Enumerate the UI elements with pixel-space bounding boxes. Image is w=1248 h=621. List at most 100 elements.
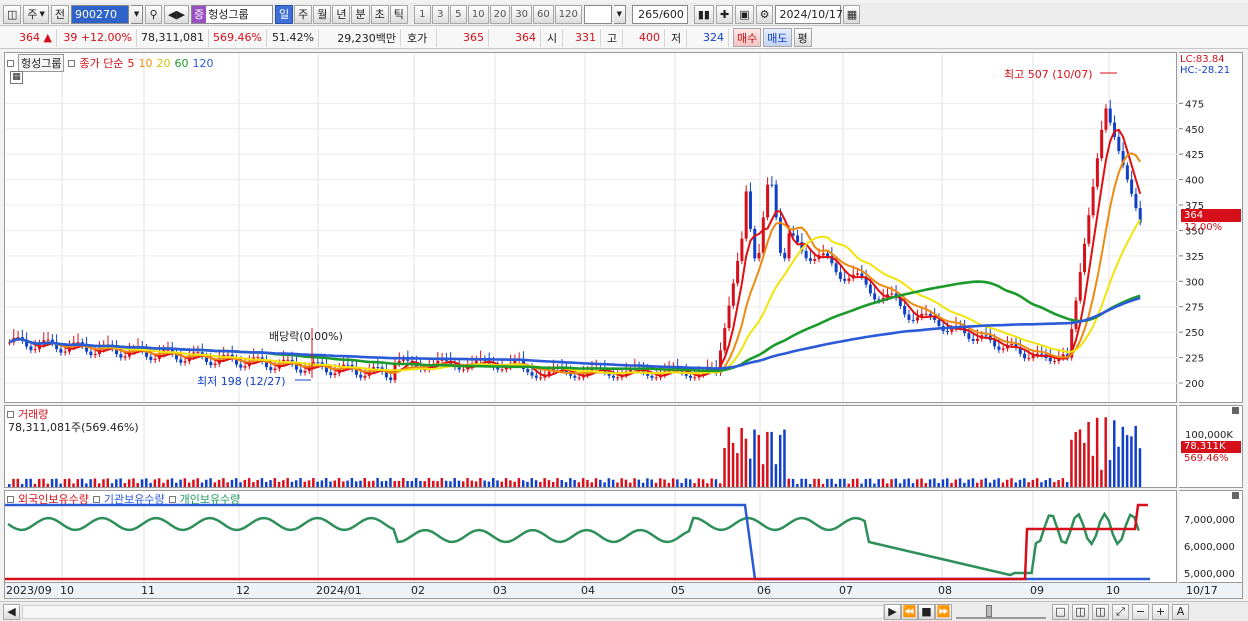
interval-120[interactable]: 120 [554,4,582,24]
zoom-in-icon[interactable]: + [1152,603,1169,620]
custom-interval-input[interactable] [583,4,612,24]
count-input[interactable]: 265/600 [631,4,688,24]
stock-code-input[interactable]: 900270 [71,4,130,24]
price-pane[interactable]: 헝성그룹 종가 단순 5 10 20 60 120 ▦ 최고 507 (10/0… [4,52,1178,403]
volume-y-axis: 100,000K 78,311K 569.46% [1179,405,1243,488]
scroll-left-icon[interactable]: ◀ [3,603,20,620]
period-minute[interactable]: 분 [351,4,370,24]
volume-bar [367,481,371,487]
volume-bar [873,483,876,487]
zoom-out-icon[interactable]: − [1132,603,1149,620]
volume-bar [770,431,773,487]
volume-bar [826,478,829,487]
price-change: 39 +12.00% [59,28,137,47]
interval-60[interactable]: 60 [533,4,554,24]
volume-chart[interactable] [5,406,1178,487]
resize-icon[interactable]: ⤢ [1112,603,1129,620]
close-icon[interactable] [1232,407,1239,414]
interval-20[interactable]: 20 [489,4,511,24]
volume-bar [123,483,127,487]
period-day[interactable]: 일 [274,4,294,24]
calendar-icon[interactable]: ▦ [843,4,861,24]
volume-bar [517,478,521,487]
volume-bar [170,478,174,487]
candle-body [1134,193,1138,209]
period-second[interactable]: 초 [370,4,389,24]
zoom-slider[interactable] [956,604,1046,619]
volume-bar [607,478,611,487]
buy-button[interactable]: 매수 [733,28,762,47]
volume-bar [633,478,636,487]
split-icon[interactable]: ◫ [1072,603,1089,620]
font-icon[interactable]: A [1172,603,1189,620]
bottom-scrollbar[interactable]: ◀ ▶ ⏪ ■ ⏩ □ ◫ ◫ ⤢ − + A [0,601,1248,621]
split2-icon[interactable]: ◫ [1092,603,1109,620]
save-icon[interactable]: ▣ [735,4,754,24]
legend-box-icon [168,495,176,503]
interval-1[interactable]: 1 [413,4,431,24]
volume-bar [106,478,110,487]
volume-bar [179,479,182,487]
legend-box-icon [68,59,76,67]
candle-body [689,375,692,378]
crosshair-icon[interactable]: ✚ [715,4,734,24]
volume-bar [380,481,384,487]
scroll-track[interactable] [22,604,884,619]
volume-bar [470,480,474,487]
volume-bar [1061,478,1065,487]
volume-bar [97,483,101,487]
close-icon[interactable] [1232,492,1239,499]
interval-5[interactable]: 5 [449,4,467,24]
period-year[interactable]: 년 [332,4,351,24]
volume-pane[interactable]: 거래량 78,311,081주(569.46%) [4,405,1177,488]
search-icon[interactable]: ⚲ [145,4,163,24]
candle-body [179,359,183,363]
period-month[interactable]: 월 [313,4,332,24]
sell-button[interactable]: 매도 [763,28,792,47]
layout-icon[interactable]: ◫ [3,4,22,24]
type-select[interactable]: 주 ▼ [23,4,49,24]
period-week[interactable]: 주 [294,4,313,24]
volume-bar [611,479,615,487]
stop-icon[interactable]: ■ [918,603,935,620]
volume-bar [744,438,748,487]
volume-bar [1095,417,1099,487]
date-input[interactable]: 2024/10/17 [775,4,843,24]
volume-bar [624,479,628,487]
volume-bar [586,479,589,487]
candle-body [1053,361,1057,363]
interval-3[interactable]: 3 [431,4,449,24]
ask-price: 365 [439,28,489,47]
volume-bar [166,479,169,487]
candle-body [1100,129,1104,159]
rewind-icon[interactable]: ⏪ [901,603,918,620]
scroll-right-icon[interactable]: ▶ [884,603,901,620]
volume-bar [444,480,448,487]
volume-bar [577,482,581,487]
interval-30[interactable]: 30 [511,4,533,24]
chevron-down-icon[interactable]: ▼ [131,4,144,24]
eval-button[interactable]: 평 [793,28,812,47]
volume-bar [209,478,212,487]
chevron-down-icon[interactable]: ▼ [613,4,626,24]
volume-bar [93,478,97,487]
zoom-slider-handle[interactable] [986,604,992,617]
candle-icon[interactable]: ▮▮ [693,4,714,24]
candle-body [402,359,406,361]
interval-10[interactable]: 10 [467,4,489,24]
volume-bar [303,481,307,487]
window-icon[interactable]: □ [1052,603,1069,620]
volume-bar [213,482,217,487]
price-chart[interactable] [5,53,1178,402]
candle-body [363,375,367,378]
holdings-pane[interactable]: 외국인보유수량 기관보유수량 개인보유수량 [4,490,1177,583]
speaker-icon[interactable]: ◀▶ [164,4,189,24]
volume-bar [474,481,478,487]
prev-button[interactable]: 전 [50,4,70,24]
volume-bar [804,478,808,487]
table-icon[interactable]: ▦ [10,71,23,84]
gear-icon[interactable]: ⚙ [755,4,774,24]
stock-name-field[interactable]: 증 헝성그룹 [190,4,273,24]
period-tick[interactable]: 틱 [389,4,408,24]
forward-icon[interactable]: ⏩ [935,603,952,620]
